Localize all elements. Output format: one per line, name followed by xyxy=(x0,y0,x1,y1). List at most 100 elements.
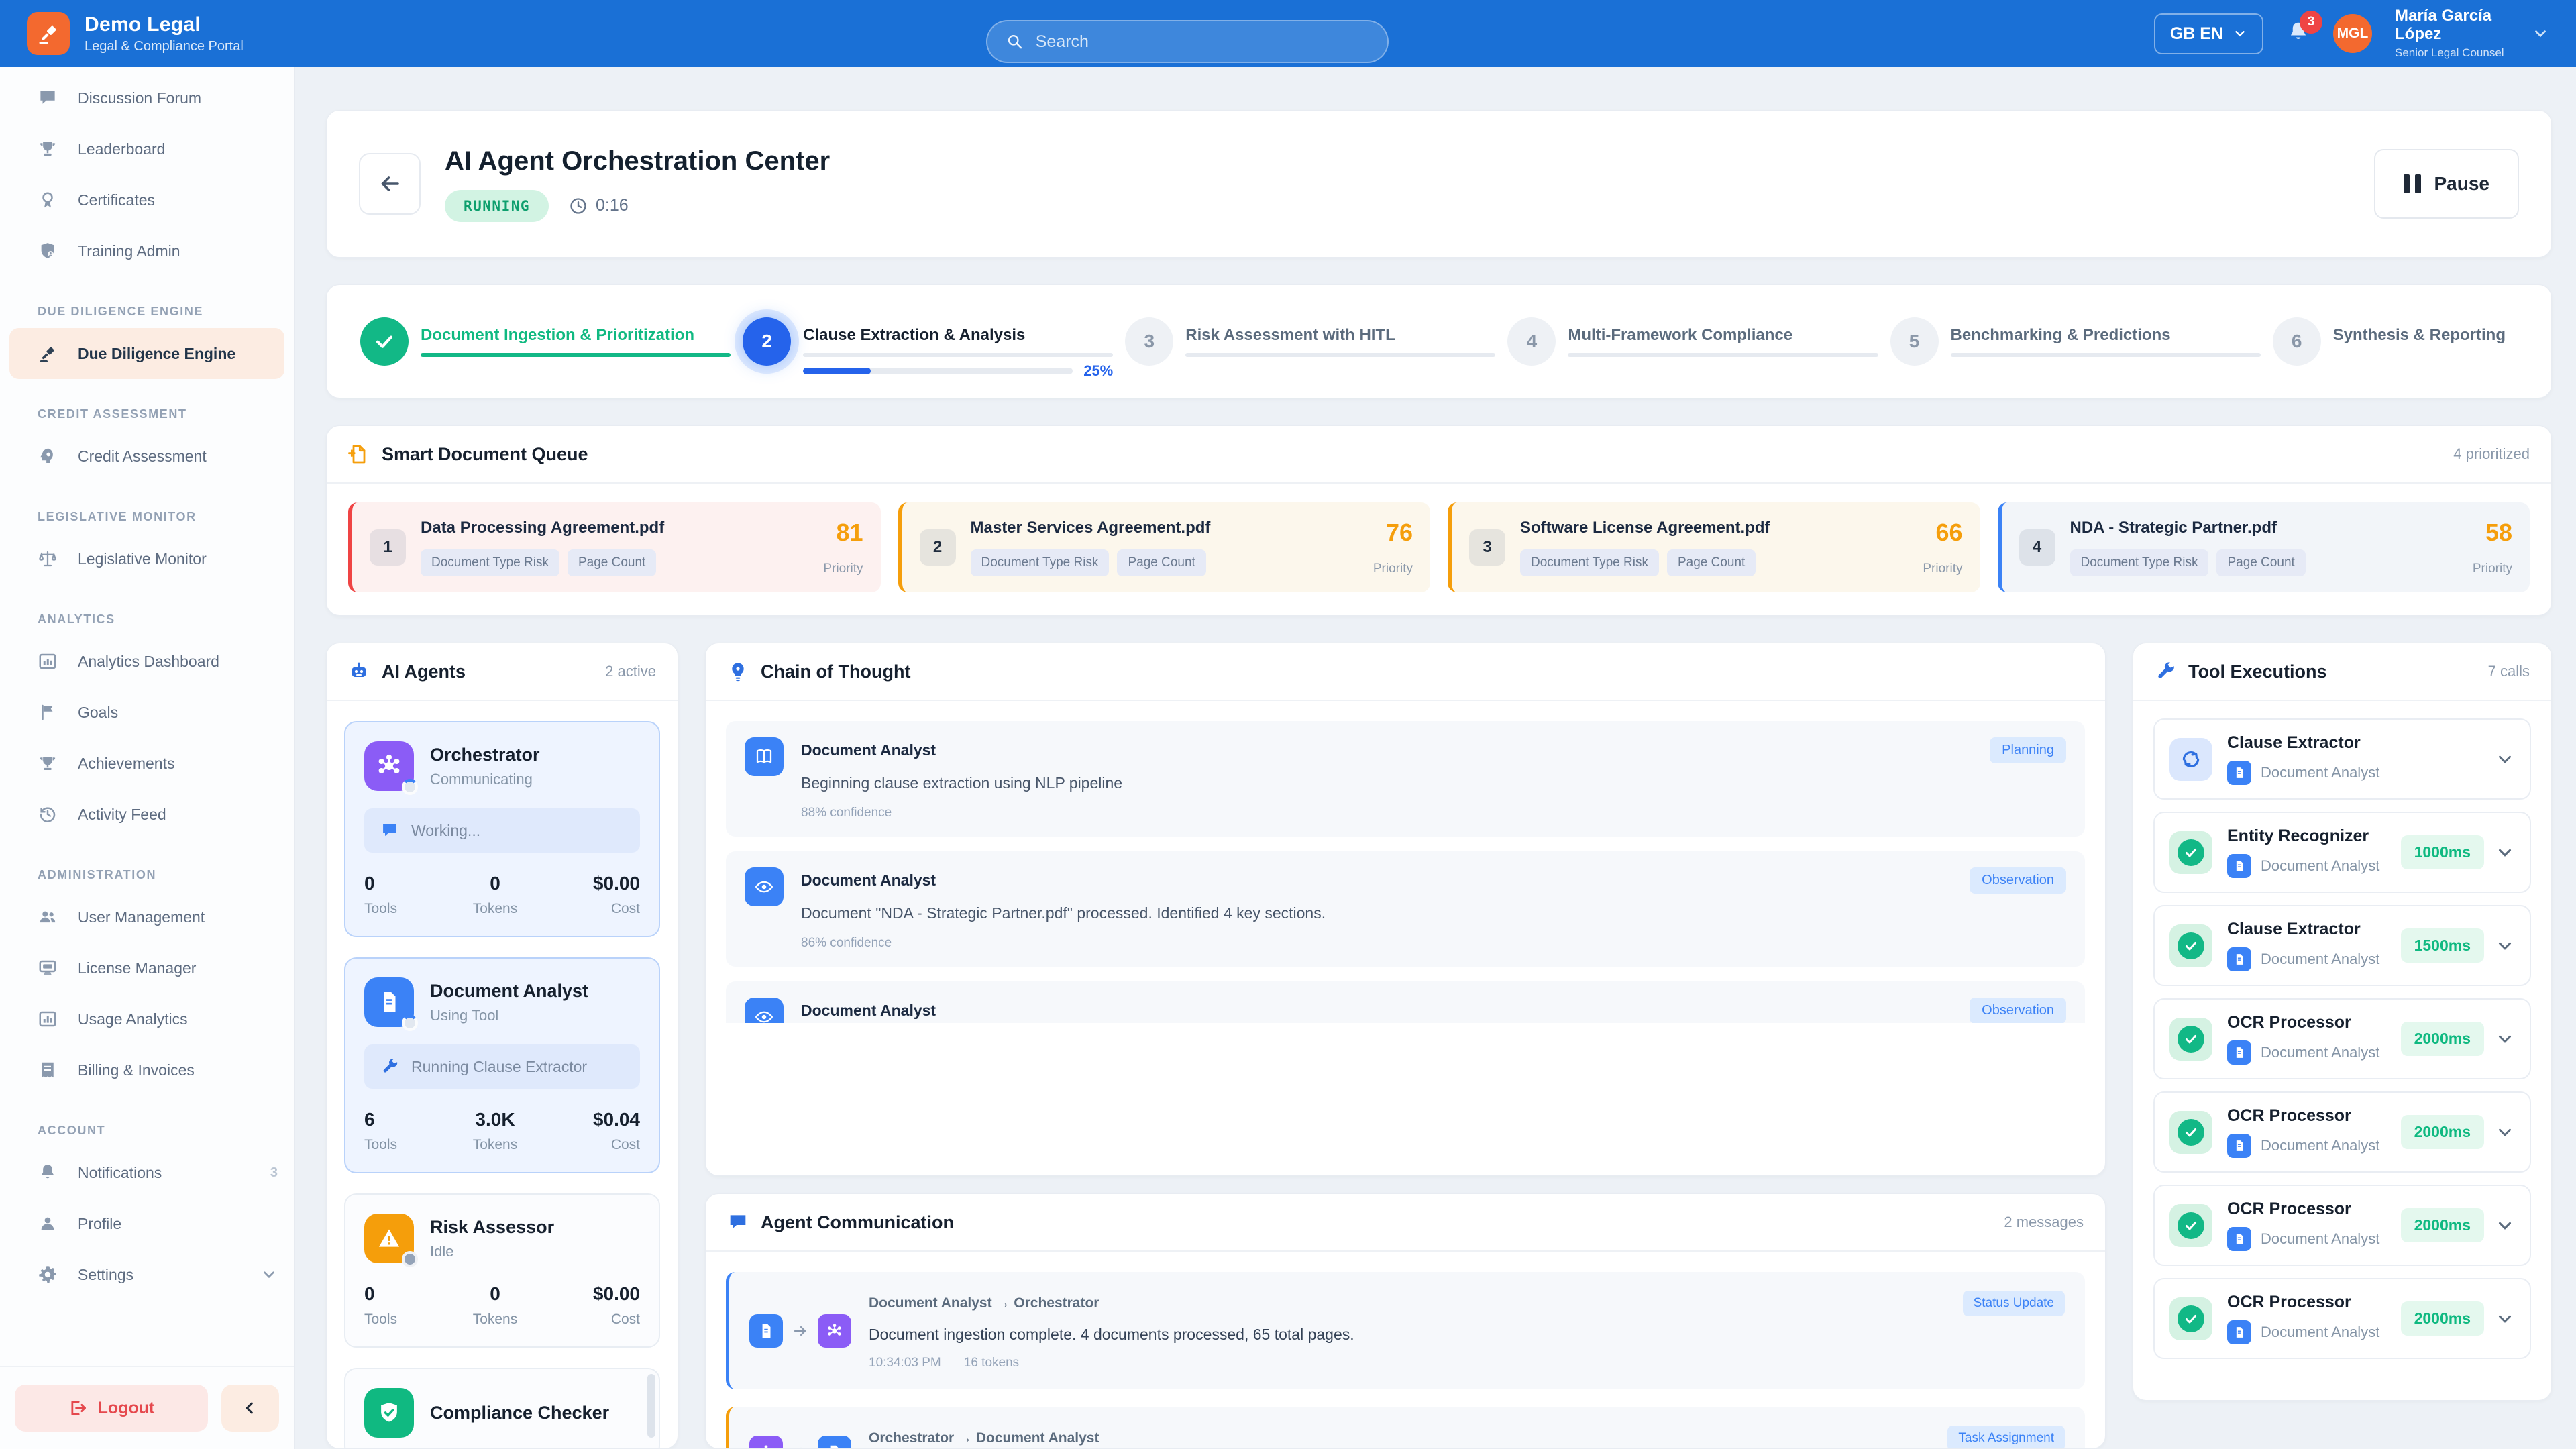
thought-tag: Observation xyxy=(1970,998,2066,1023)
sidebar-item-activity-feed[interactable]: Activity Feed xyxy=(0,789,294,840)
logout-button[interactable]: Logout xyxy=(15,1385,208,1432)
sidebar-item-billing-invoices[interactable]: Billing & Invoices xyxy=(0,1044,294,1095)
back-button[interactable] xyxy=(359,153,421,215)
priority-value: 66 xyxy=(1923,519,1962,547)
sidebar-item-training-admin[interactable]: Training Admin xyxy=(0,225,294,276)
queue-card[interactable]: 4 NDA - Strategic Partner.pdf Document T… xyxy=(1998,502,2530,592)
chain-title: Chain of Thought xyxy=(761,661,910,682)
sidebar-item-achievements[interactable]: Achievements xyxy=(0,738,294,789)
orchestrator-icon xyxy=(749,1436,783,1449)
sidebar-collapse-button[interactable] xyxy=(221,1385,279,1432)
thought-text: Document "NDA - Strategic Partner.pdf" p… xyxy=(801,904,2066,922)
queue-card[interactable]: 1 Data Processing Agreement.pdf Document… xyxy=(348,502,881,592)
search-bar[interactable] xyxy=(986,20,1389,63)
tool-item[interactable]: Entity Recognizer Document Analyst 1000m… xyxy=(2153,812,2531,893)
avatar[interactable]: MGL xyxy=(2333,14,2372,53)
language-selector[interactable]: GB EN xyxy=(2154,13,2263,54)
document-name: Data Processing Agreement.pdf xyxy=(421,519,664,537)
sidebar-item-usage-analytics[interactable]: Usage Analytics xyxy=(0,994,294,1044)
step-2[interactable]: 2 Clause Extraction & Analysis 25% xyxy=(743,317,1125,366)
sidebar-item-settings[interactable]: Settings xyxy=(0,1249,294,1300)
chat-icon xyxy=(727,1212,749,1233)
chevron-down-icon[interactable] xyxy=(2495,749,2515,769)
chevron-down-icon[interactable] xyxy=(2495,936,2515,956)
agent-tokens-label: Tokens xyxy=(473,901,518,917)
agent-status-pill: Running Clause Extractor xyxy=(364,1044,640,1089)
tool-name: Clause Extractor xyxy=(2227,920,2379,939)
chevron-down-icon[interactable] xyxy=(2495,843,2515,863)
step-1-check-icon xyxy=(360,317,409,366)
tool-executions-panel: Tool Executions 7 calls Clause Extractor… xyxy=(2133,643,2552,1401)
step-1-label[interactable]: Document Ingestion & Prioritization xyxy=(421,326,731,345)
tool-duration-badge: 2000ms xyxy=(2401,1115,2484,1149)
tool-item[interactable]: OCR Processor Document Analyst 2000ms xyxy=(2153,1091,2531,1173)
elapsed-value: 0:16 xyxy=(596,196,629,215)
agents-scrollbar[interactable] xyxy=(647,1374,655,1438)
sidebar: Discussion Forum Leaderboard Certificate… xyxy=(0,67,295,1449)
step-1[interactable]: Document Ingestion & Prioritization xyxy=(360,317,743,366)
agent-cost-label: Cost xyxy=(593,1311,640,1328)
agent-tokens-value: 0 xyxy=(473,1283,518,1305)
sidebar-item-leaderboard[interactable]: Leaderboard xyxy=(0,123,294,174)
notifications-button[interactable]: 3 xyxy=(2286,20,2310,48)
pause-button[interactable]: Pause xyxy=(2374,149,2520,219)
step-6[interactable]: 6 Synthesis & Reporting xyxy=(2273,317,2518,366)
sidebar-item-license-manager[interactable]: License Manager xyxy=(0,943,294,994)
queue-card[interactable]: 2 Master Services Agreement.pdf Document… xyxy=(898,502,1431,592)
agent-name: Risk Assessor xyxy=(430,1217,554,1238)
thought-entry: Document Analyst Observation Document "N… xyxy=(726,851,2085,967)
chevron-down-icon[interactable] xyxy=(2495,1029,2515,1049)
sidebar-item-discussion-forum[interactable]: Discussion Forum xyxy=(0,72,294,123)
tool-item[interactable]: OCR Processor Document Analyst 2000ms xyxy=(2153,998,2531,1079)
tag-document-type-risk: Document Type Risk xyxy=(2070,549,2209,576)
tag-page-count: Page Count xyxy=(2216,549,2305,576)
queue-rank: 3 xyxy=(1469,529,1505,566)
search-input[interactable] xyxy=(1036,32,1368,52)
sidebar-item-legislative-monitor[interactable]: Legislative Monitor xyxy=(0,533,294,584)
chevron-down-icon[interactable] xyxy=(2495,1122,2515,1142)
queue-card[interactable]: 3 Software License Agreement.pdf Documen… xyxy=(1448,502,1980,592)
tool-item[interactable]: Clause Extractor Document Analyst 1500ms xyxy=(2153,905,2531,986)
tool-item[interactable]: OCR Processor Document Analyst 2000ms xyxy=(2153,1185,2531,1266)
user-menu-chevron-icon[interactable] xyxy=(2532,25,2549,42)
priority-label: Priority xyxy=(2473,561,2512,576)
sidebar-item-analytics-dashboard[interactable]: Analytics Dashboard xyxy=(0,636,294,687)
sidebar-item-label: Training Admin xyxy=(78,242,180,260)
tool-item[interactable]: OCR Processor Document Analyst 2000ms xyxy=(2153,1278,2531,1359)
chevron-down-icon[interactable] xyxy=(2495,1309,2515,1329)
message-card: Document Analyst → Orchestrator Status U… xyxy=(726,1272,2085,1389)
bar-chart-icon xyxy=(38,651,58,672)
language-label: GB EN xyxy=(2170,24,2223,44)
priority-value: 58 xyxy=(2473,519,2512,547)
sidebar-item-user-management[interactable]: User Management xyxy=(0,892,294,943)
gear-icon xyxy=(38,1265,58,1285)
pause-icon xyxy=(2404,174,2421,193)
sidebar-item-due-diligence-engine[interactable]: Due Diligence Engine xyxy=(9,328,284,379)
shield-user-icon xyxy=(38,241,58,261)
check-circle-icon xyxy=(2169,1204,2212,1247)
chevron-down-icon xyxy=(260,1266,278,1283)
sidebar-item-goals[interactable]: Goals xyxy=(0,687,294,738)
queue-cards-row: 1 Data Processing Agreement.pdf Document… xyxy=(327,484,2551,592)
tag-page-count: Page Count xyxy=(1117,549,1205,576)
step-4[interactable]: 4 Multi-Framework Compliance xyxy=(1507,317,1890,366)
chevron-down-icon[interactable] xyxy=(2495,1216,2515,1236)
tool-name: OCR Processor xyxy=(2227,1013,2379,1032)
agent-tokens-label: Tokens xyxy=(473,1137,518,1153)
priority-label: Priority xyxy=(823,561,863,576)
sidebar-item-credit-assessment[interactable]: Credit Assessment xyxy=(0,431,294,482)
document-analyst-chip-icon xyxy=(2227,854,2251,878)
tool-duration-badge: 2000ms xyxy=(2401,1022,2484,1056)
message-text: Document ingestion complete. 4 documents… xyxy=(869,1326,2065,1344)
step-3[interactable]: 3 Risk Assessment with HITL xyxy=(1125,317,1507,366)
tool-item[interactable]: Clause Extractor Document Analyst xyxy=(2153,718,2531,800)
sidebar-item-notifications[interactable]: Notifications 3 xyxy=(0,1147,294,1198)
sidebar-item-label: Billing & Invoices xyxy=(78,1061,195,1079)
chevron-down-icon xyxy=(2233,26,2247,41)
user-menu[interactable]: María García López Senior Legal Counsel xyxy=(2395,7,2509,60)
thought-tag: Observation xyxy=(1970,867,2066,894)
progress-percent: 25% xyxy=(1083,362,1113,380)
step-5[interactable]: 5 Benchmarking & Predictions xyxy=(1890,317,2273,366)
sidebar-item-certificates[interactable]: Certificates xyxy=(0,174,294,225)
sidebar-item-profile[interactable]: Profile xyxy=(0,1198,294,1249)
